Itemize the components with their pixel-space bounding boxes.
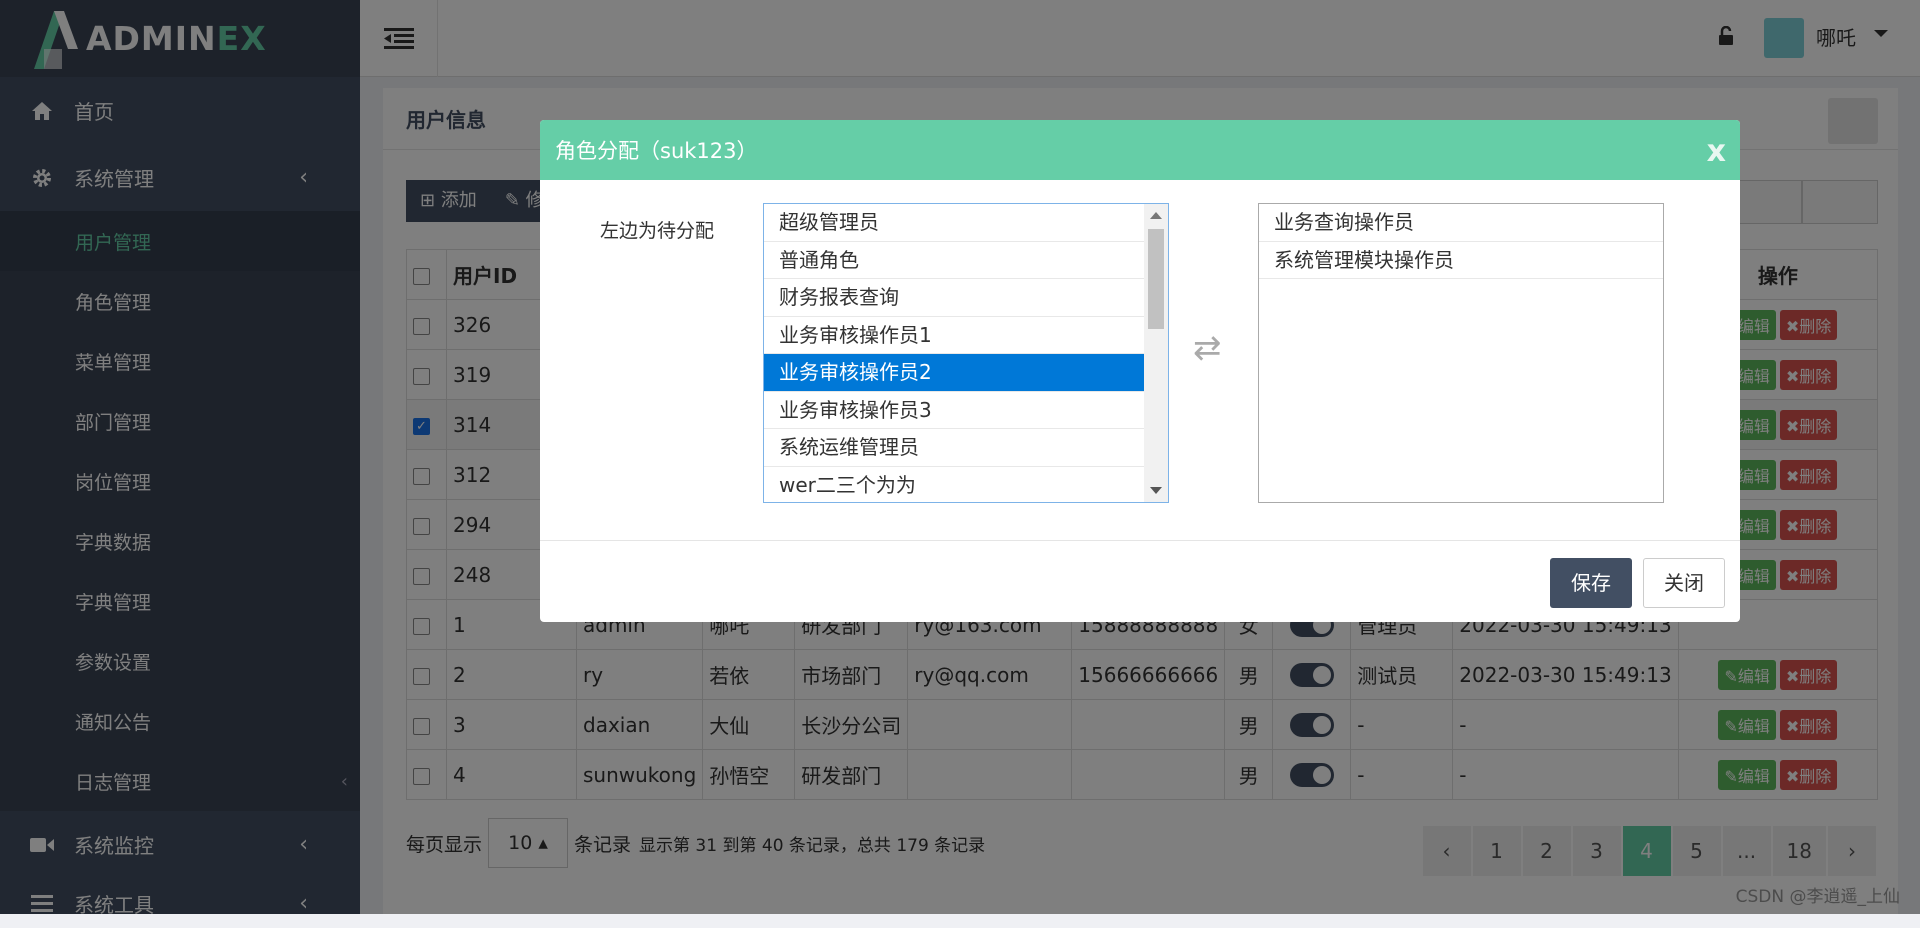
role-option[interactable]: wer二三个为为 — [764, 467, 1168, 503]
left-list-label: 左边为待分配 — [600, 220, 715, 242]
close-icon[interactable]: x — [1707, 134, 1726, 169]
role-option[interactable]: 超级管理员 — [764, 204, 1168, 242]
modal-title: 角色分配（suk123） — [540, 120, 1740, 180]
role-option[interactable]: 系统管理模块操作员 — [1259, 242, 1663, 279]
role-option[interactable]: 财务报表查询 — [764, 279, 1168, 317]
role-option[interactable]: 普通角色 — [764, 242, 1168, 279]
role-assign-modal: 角色分配（suk123） x 左边为待分配 超级管理员 普通角色 财务报表查询 业务审… — [540, 120, 1740, 622]
scrollbar[interactable] — [1144, 204, 1168, 502]
swap-icon: ⇄ — [1193, 328, 1222, 368]
role-option[interactable]: 业务审核操作员2 — [764, 354, 1168, 392]
role-option[interactable]: 业务查询操作员 — [1259, 204, 1663, 242]
role-option[interactable]: 业务审核操作员1 — [764, 317, 1168, 354]
scroll-up-icon[interactable] — [1150, 212, 1162, 219]
close-button[interactable]: 关闭 — [1643, 558, 1725, 608]
unassigned-roles-list[interactable]: 超级管理员 普通角色 财务报表查询 业务审核操作员1 业务审核操作员2 业务审核操作员3 系… — [763, 203, 1169, 503]
modal-footer: 保存 关闭 — [540, 540, 1740, 622]
scroll-down-icon[interactable] — [1150, 487, 1162, 494]
assigned-roles-list[interactable]: 业务查询操作员 系统管理模块操作员 — [1258, 203, 1664, 503]
role-option[interactable]: 业务审核操作员3 — [764, 392, 1168, 429]
role-option[interactable]: 系统运维管理员 — [764, 429, 1168, 467]
scroll-thumb[interactable] — [1148, 229, 1164, 329]
save-button[interactable]: 保存 — [1550, 558, 1632, 608]
